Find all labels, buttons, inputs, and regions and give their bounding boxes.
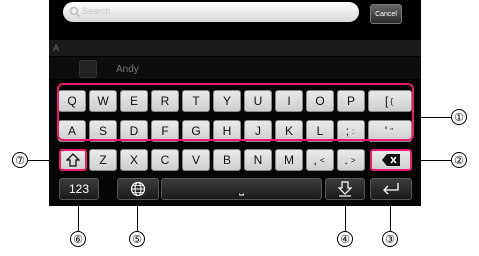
callout-1: ①: [451, 109, 467, 125]
key-x[interactable]: X: [120, 149, 148, 171]
section-letter: A: [53, 43, 60, 53]
key-v[interactable]: V: [182, 149, 210, 171]
key-period[interactable]: . >: [337, 149, 365, 171]
callout-line-1: [414, 117, 451, 118]
callout-4: ④: [337, 231, 353, 247]
backspace-icon: [382, 154, 400, 166]
key-n[interactable]: N: [244, 149, 272, 171]
numbers-key[interactable]: 123: [59, 178, 99, 200]
key-period-main: .: [344, 153, 348, 167]
cancel-button[interactable]: Cancel: [370, 4, 402, 24]
language-key[interactable]: [117, 178, 159, 200]
key-b[interactable]: B: [213, 149, 241, 171]
callout-line-4: [345, 201, 346, 231]
search-icon: [69, 6, 81, 18]
key-z[interactable]: Z: [89, 149, 117, 171]
callout-line-3: [390, 201, 391, 231]
key-comma[interactable]: , <: [306, 149, 334, 171]
enter-icon: [383, 183, 399, 195]
hide-keyboard-key[interactable]: [325, 178, 365, 200]
search-placeholder: Search: [82, 6, 111, 16]
key-comma-main: ,: [313, 153, 317, 167]
letter-keys-highlight: [57, 83, 414, 141]
backspace-key[interactable]: [370, 149, 412, 171]
contact-section-header: [49, 40, 421, 56]
callout-line-5: [137, 201, 138, 231]
enter-key[interactable]: [370, 178, 412, 200]
contact-list-item[interactable]: [49, 57, 421, 79]
key-m[interactable]: M: [275, 149, 303, 171]
callout-2: ②: [451, 152, 467, 168]
callout-6: ⑥: [70, 231, 86, 247]
callout-line-7: [28, 160, 59, 161]
callout-5: ⑤: [129, 231, 145, 247]
contact-name: Andy: [116, 64, 139, 75]
arrow-down-icon: [337, 181, 353, 197]
key-period-alt: >: [350, 155, 356, 165]
search-input[interactable]: Search: [63, 2, 359, 22]
key-comma-alt: <: [319, 155, 325, 165]
shift-icon: [66, 153, 80, 167]
shift-key[interactable]: [59, 149, 87, 171]
callout-line-6: [78, 201, 79, 231]
space-key[interactable]: ⎵: [161, 178, 322, 200]
globe-icon: [130, 181, 146, 197]
callout-7: ⑦: [12, 152, 28, 168]
key-c[interactable]: C: [151, 149, 179, 171]
callout-line-2: [413, 160, 451, 161]
avatar: [79, 60, 97, 78]
callout-3: ③: [382, 231, 398, 247]
